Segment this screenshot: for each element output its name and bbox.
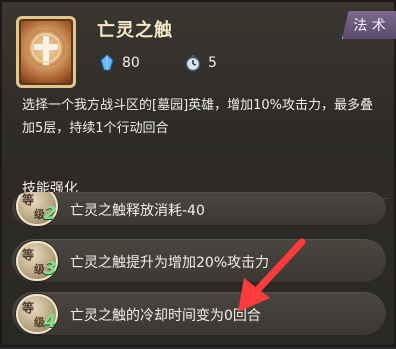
undead-card-icon — [16, 16, 76, 88]
level-number: 2 — [44, 203, 57, 224]
level-badge-2: 等 级 2 — [16, 192, 58, 226]
enhancement-row-level-4: 等 级 4 亡灵之触的冷却时间变为0回合 — [12, 292, 386, 336]
mana-cost-value: 80 — [122, 55, 140, 71]
level-badge-3: 等 级 3 — [16, 241, 58, 281]
enhancement-text: 亡灵之触提升为增加20%攻击力 — [70, 255, 270, 271]
cooldown-value: 5 — [208, 55, 217, 71]
level-badge-char-1: 等 — [22, 193, 35, 207]
level-badge-char-1: 等 — [22, 248, 35, 262]
enhancement-text: 亡灵之触的冷却时间变为0回合 — [70, 308, 261, 324]
cross-icon — [27, 30, 65, 67]
level-number: 4 — [44, 311, 57, 332]
level-badge-char-1: 等 — [22, 301, 35, 315]
enhancement-text: 亡灵之触释放消耗-40 — [70, 203, 205, 219]
level-number: 3 — [44, 258, 57, 279]
skill-description: 选择一个我方战斗区的[墓园]英雄，增加10%攻击力，最多叠加5层，持续1个行动回… — [22, 98, 374, 136]
mana-cost-stat: 80 — [98, 54, 140, 72]
cooldown-stat: 5 — [184, 54, 217, 72]
enhancement-row-level-3: 等 级 3 亡灵之触提升为增加20%攻击力 — [12, 239, 386, 283]
skill-card-panel: 亡灵之触 法 术 80 5 选择一个我方战斗区的[墓园]英雄，增加10%攻击力，… — [0, 0, 396, 347]
skill-title: 亡灵之触 — [97, 20, 173, 41]
stopwatch-icon — [185, 55, 201, 72]
mana-crystal-icon — [100, 54, 114, 71]
skill-type-badge: 法 术 — [342, 11, 396, 39]
enhancement-row-level-2: 等 级 2 亡灵之触释放消耗-40 — [12, 192, 386, 226]
level-badge-4: 等 级 4 — [16, 294, 58, 334]
